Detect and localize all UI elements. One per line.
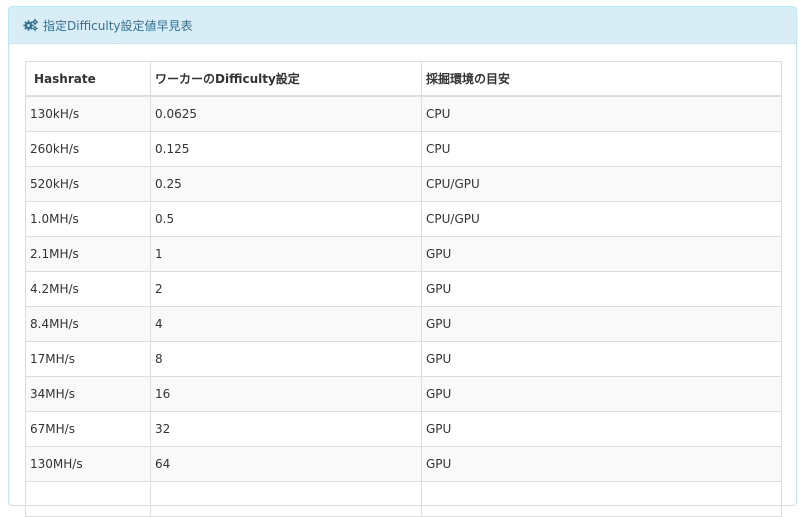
- environment-cell: GPU: [421, 446, 782, 482]
- difficulty-cell: 16: [150, 376, 422, 412]
- difficulty-cell: 4: [150, 306, 422, 342]
- panel-heading: 指定Difficulty設定値早見表: [9, 7, 796, 44]
- hashrate-cell: 260kH/s: [25, 131, 151, 167]
- header-hashrate: Hashrate: [25, 61, 151, 97]
- table-row: 1.0MH/s 0.5 CPU/GPU: [25, 201, 782, 237]
- table-row: 130MH/s 64 GPU: [25, 446, 782, 482]
- header-mining-environment: 採掘環境の目安: [421, 61, 782, 97]
- table-row: 8.4MH/s 4 GPU: [25, 306, 782, 342]
- table-row: 17MH/s 8 GPU: [25, 341, 782, 377]
- table-row: 520kH/s 0.25 CPU/GPU: [25, 166, 782, 202]
- table-row: 34MH/s 16 GPU: [25, 376, 782, 412]
- table-row: 130kH/s 0.0625 CPU: [25, 95, 782, 132]
- hashrate-cell: 1.0MH/s: [25, 201, 151, 237]
- environment-cell: CPU/GPU: [421, 166, 782, 202]
- environment-cell: GPU: [421, 411, 782, 447]
- hashrate-cell: 4.2MH/s: [25, 271, 151, 307]
- table-row: [25, 481, 782, 517]
- table-row: 4.2MH/s 2 GPU: [25, 271, 782, 307]
- difficulty-cell: 0.0625: [150, 95, 422, 132]
- difficulty-cell: 32: [150, 411, 422, 447]
- hashrate-cell: 34MH/s: [25, 376, 151, 412]
- environment-cell: GPU: [421, 271, 782, 307]
- environment-cell: GPU: [421, 341, 782, 377]
- environment-cell: GPU: [421, 376, 782, 412]
- header-worker-difficulty: ワーカーのDifficulty設定: [150, 61, 422, 97]
- difficulty-cell: 0.125: [150, 131, 422, 167]
- hashrate-cell: [25, 481, 151, 517]
- difficulty-cell: 2: [150, 271, 422, 307]
- difficulty-table: Hashrate ワーカーのDifficulty設定 採掘環境の目安 130kH…: [25, 61, 782, 517]
- hashrate-cell: 17MH/s: [25, 341, 151, 377]
- difficulty-cell: 64: [150, 446, 422, 482]
- difficulty-cell: 8: [150, 341, 422, 377]
- environment-cell: GPU: [421, 236, 782, 272]
- environment-cell: CPU: [421, 95, 782, 132]
- table-row: 2.1MH/s 1 GPU: [25, 236, 782, 272]
- hashrate-cell: 130MH/s: [25, 446, 151, 482]
- difficulty-cell: 1: [150, 236, 422, 272]
- difficulty-cell: 0.5: [150, 201, 422, 237]
- environment-cell: CPU/GPU: [421, 201, 782, 237]
- difficulty-cell: [150, 481, 422, 517]
- table-row: 67MH/s 32 GPU: [25, 411, 782, 447]
- difficulty-cell: 0.25: [150, 166, 422, 202]
- hashrate-cell: 520kH/s: [25, 166, 151, 202]
- table-row: 260kH/s 0.125 CPU: [25, 131, 782, 167]
- hashrate-cell: 8.4MH/s: [25, 306, 151, 342]
- panel-title: 指定Difficulty設定値早見表: [43, 18, 193, 33]
- hashrate-cell: 67MH/s: [25, 411, 151, 447]
- gears-icon: [23, 18, 39, 32]
- difficulty-panel: 指定Difficulty設定値早見表 Hashrate ワーカーのDifficu…: [8, 6, 797, 517]
- hashrate-cell: 2.1MH/s: [25, 236, 151, 272]
- environment-cell: [421, 481, 782, 517]
- environment-cell: GPU: [421, 306, 782, 342]
- table-header-row: Hashrate ワーカーのDifficulty設定 採掘環境の目安: [25, 61, 782, 97]
- environment-cell: CPU: [421, 131, 782, 167]
- hashrate-cell: 130kH/s: [25, 95, 151, 132]
